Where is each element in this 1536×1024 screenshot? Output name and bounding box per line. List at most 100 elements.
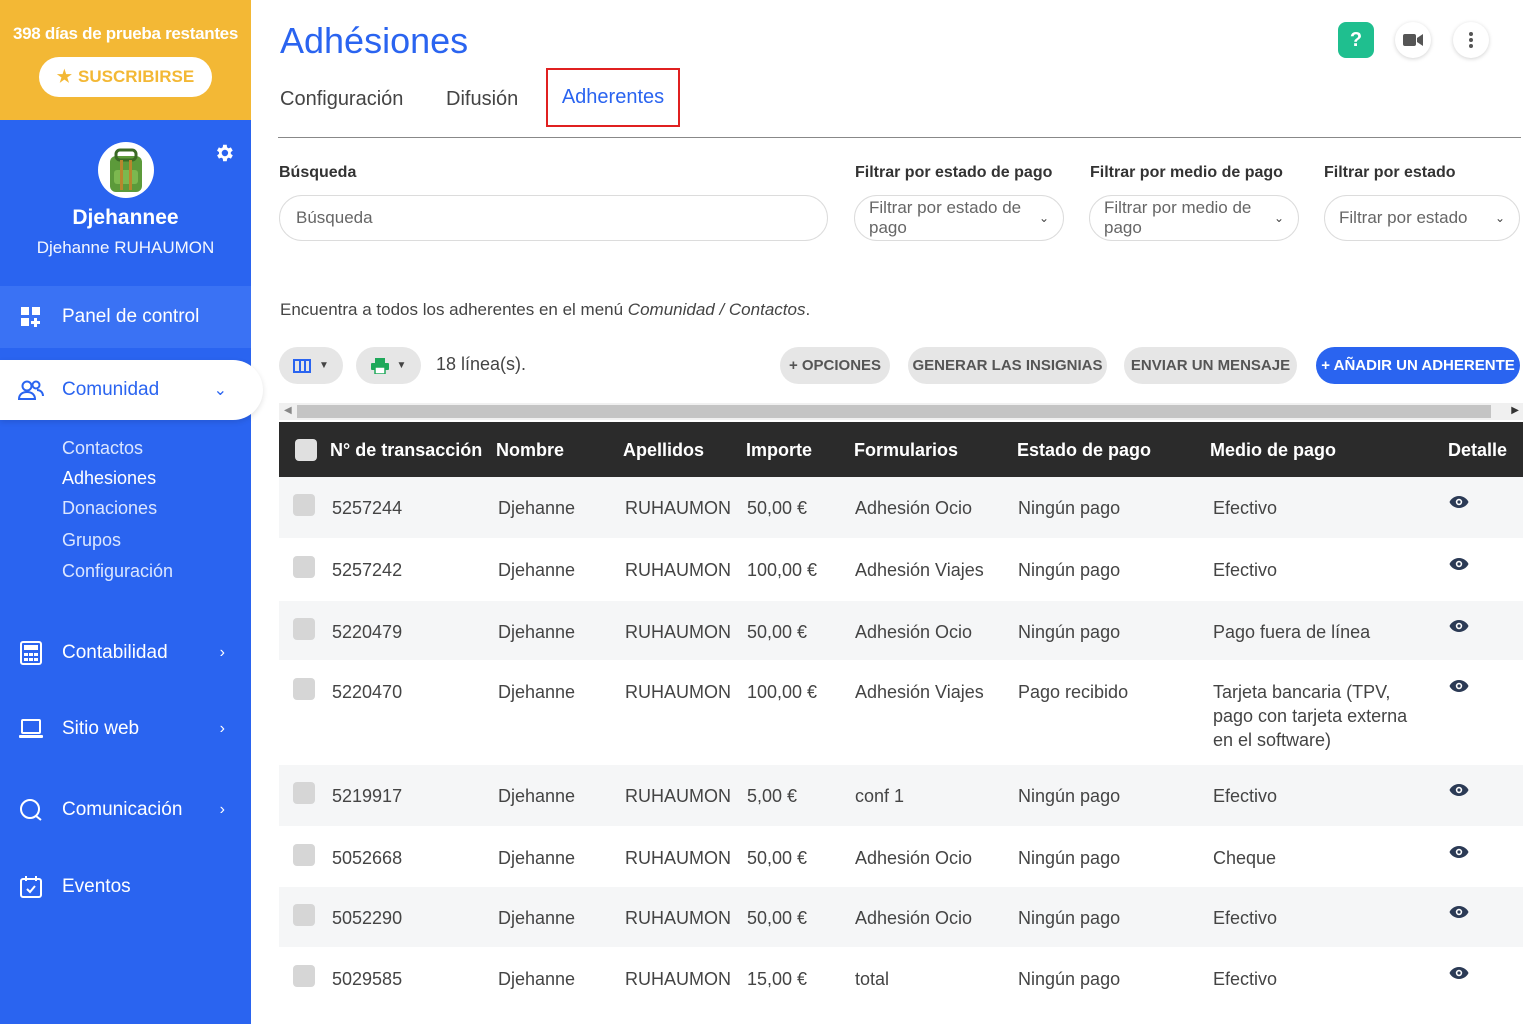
row-checkbox[interactable] <box>293 904 315 926</box>
gear-icon[interactable] <box>213 142 235 164</box>
dashboard-icon <box>18 304 44 330</box>
col-transaction[interactable]: N° de transacción <box>330 440 482 461</box>
send-message-button[interactable]: ENVIAR UN MENSAJE <box>1124 347 1297 384</box>
view-detail-eye-icon[interactable] <box>1449 905 1469 919</box>
caret-down-icon: ▼ <box>396 360 407 371</box>
profile-full-name: Djehanne RUHAUMON <box>36 238 215 257</box>
col-amount[interactable]: Importe <box>746 440 812 461</box>
profile-card: Djehannee Djehanne RUHAUMON <box>0 120 251 285</box>
cell-last-name: RUHAUMON <box>625 908 731 928</box>
table-row[interactable]: 5257242 Djehanne RUHAUMON 100,00 € Adhesión … <box>279 539 1523 601</box>
view-detail-eye-icon[interactable] <box>1449 783 1469 797</box>
scroll-right-arrow-icon[interactable]: ▶ <box>1511 405 1519 416</box>
cell-first-name: Djehanne <box>498 908 576 928</box>
col-first-name[interactable]: Nombre <box>496 440 564 461</box>
nav-communication[interactable]: Comunicación › <box>0 780 251 840</box>
view-detail-eye-icon[interactable] <box>1449 557 1469 571</box>
cell-payment-method: Efectivo <box>1213 786 1278 806</box>
row-checkbox[interactable] <box>293 556 315 578</box>
scrollbar-thumb[interactable] <box>297 405 1491 418</box>
tab-configuration[interactable]: Configuración <box>280 88 403 111</box>
row-checkbox[interactable] <box>293 618 315 640</box>
view-detail-eye-icon[interactable] <box>1449 966 1469 980</box>
info-path: Comunidad / Contactos <box>627 300 806 319</box>
col-forms[interactable]: Formularios <box>854 440 958 461</box>
row-checkbox[interactable] <box>293 844 315 866</box>
page-title: Adhésiones <box>280 20 469 61</box>
col-payment-state[interactable]: Estado de pago <box>1017 440 1151 461</box>
table-row[interactable]: 5029585 Djehanne RUHAUMON 15,00 € total Ningú… <box>279 948 1523 1008</box>
table-row[interactable]: 5220470 Djehanne RUHAUMON 100,00 € Adhesión … <box>279 661 1523 765</box>
nav-events[interactable]: Eventos <box>0 857 251 917</box>
cell-amount: 50,00 € <box>747 848 808 868</box>
help-button[interactable]: ? <box>1338 22 1374 58</box>
row-checkbox[interactable] <box>293 965 315 987</box>
scroll-left-arrow-icon[interactable]: ◀ <box>284 405 292 416</box>
search-input[interactable]: Búsqueda <box>279 195 828 241</box>
filter-pay-state-value: Filtrar por estado de pago <box>869 198 1022 237</box>
nav-communication-label: Comunicación <box>62 799 183 820</box>
cell-last-name: RUHAUMON <box>625 848 731 868</box>
row-checkbox[interactable] <box>293 782 315 804</box>
col-last-name[interactable]: Apellidos <box>623 440 704 461</box>
laptop-icon <box>18 716 44 742</box>
row-checkbox[interactable] <box>293 678 315 700</box>
trial-banner: 398 días de prueba restantes ★ SUSCRIBIR… <box>0 0 251 120</box>
nav-accounting[interactable]: Contabilidad › <box>0 623 251 683</box>
filter-pay-method-value: Filtrar por medio de pago <box>1104 198 1252 237</box>
filter-pay-state-label: Filtrar por estado de pago <box>855 164 1053 181</box>
nav-dashboard-label: Panel de control <box>62 306 200 327</box>
calendar-icon <box>18 874 44 900</box>
cell-first-name: Djehanne <box>498 786 576 806</box>
view-detail-eye-icon[interactable] <box>1449 679 1469 693</box>
video-camera-icon <box>1403 34 1423 46</box>
sub-item-contacts[interactable]: Contactos <box>62 438 143 459</box>
filter-pay-state-select[interactable]: Filtrar por estado de pago ⌄ <box>854 195 1064 241</box>
chevron-down-icon: ⌄ <box>1494 211 1505 225</box>
nav-community[interactable]: Comunidad ⌄ <box>0 360 263 420</box>
filter-pay-method-select[interactable]: Filtrar por medio de pago ⌄ <box>1089 195 1299 241</box>
table-row[interactable]: 5219917 Djehanne RUHAUMON 5,00 € conf 1 Ningú… <box>279 765 1523 827</box>
horizontal-scrollbar[interactable]: ◀ ▶ <box>279 403 1523 420</box>
options-button[interactable]: + OPCIONES <box>780 347 890 384</box>
table-row[interactable]: 5220479 Djehanne RUHAUMON 50,00 € Adhesión O… <box>279 601 1523 661</box>
sub-item-groups[interactable]: Grupos <box>62 530 121 551</box>
row-checkbox[interactable] <box>293 494 315 516</box>
cell-payment-state: Ningún pago <box>1018 498 1121 518</box>
nav-website[interactable]: Sitio web › <box>0 699 251 759</box>
columns-button[interactable]: ▼ <box>279 347 343 384</box>
cell-payment-state: Pago recibido <box>1018 682 1129 702</box>
table-row[interactable]: 5052668 Djehanne RUHAUMON 50,00 € Adhesión O… <box>279 827 1523 887</box>
cell-form: total <box>855 969 890 989</box>
avatar[interactable] <box>97 142 154 198</box>
sub-item-configuration[interactable]: Configuración <box>62 561 173 582</box>
generate-badges-button[interactable]: GENERAR LAS INSIGNIAS <box>908 347 1107 384</box>
view-detail-eye-icon[interactable] <box>1449 845 1469 859</box>
col-payment-method[interactable]: Medio de pago <box>1210 440 1336 461</box>
add-member-button[interactable]: + AÑADIR UN ADHERENTE <box>1316 347 1520 384</box>
table-row[interactable]: 5257244 Djehanne RUHAUMON 50,00 € Adhesión O… <box>279 477 1523 539</box>
tab-diffusion[interactable]: Difusión <box>446 88 518 111</box>
cell-last-name: RUHAUMON <box>625 560 731 580</box>
chevron-right-icon: › <box>219 801 225 818</box>
tab-members[interactable]: Adherentes <box>546 68 680 127</box>
filter-state-select[interactable]: Filtrar por estado ⌄ <box>1324 195 1520 241</box>
cell-payment-method: Efectivo <box>1213 498 1278 518</box>
sidebar: 398 días de prueba restantes ★ SUSCRIBIR… <box>0 0 263 1024</box>
chat-icon <box>18 797 44 823</box>
subscribe-button[interactable]: ★ SUSCRIBIRSE <box>38 57 213 97</box>
sub-item-donations[interactable]: Donaciones <box>62 498 157 519</box>
sub-item-memberships[interactable]: Adhesiones <box>62 468 156 489</box>
view-detail-eye-icon[interactable] <box>1449 495 1469 509</box>
nav-dashboard[interactable]: Panel de control <box>0 286 251 348</box>
select-all-checkbox[interactable] <box>295 439 317 461</box>
table-row[interactable]: 5052290 Djehanne RUHAUMON 50,00 € Adhesión O… <box>279 887 1523 948</box>
view-detail-eye-icon[interactable] <box>1449 619 1469 633</box>
cell-transaction: 5052668 <box>332 848 403 868</box>
more-options-button[interactable] <box>1453 22 1489 58</box>
chevron-right-icon: › <box>219 644 225 661</box>
print-button[interactable]: ▼ <box>356 347 421 384</box>
info-text: Encuentra a todos los adherentes en el m… <box>280 300 810 320</box>
video-button[interactable] <box>1395 22 1431 58</box>
table-body: 5257244 Djehanne RUHAUMON 50,00 € Adhesión O… <box>279 477 1523 1008</box>
